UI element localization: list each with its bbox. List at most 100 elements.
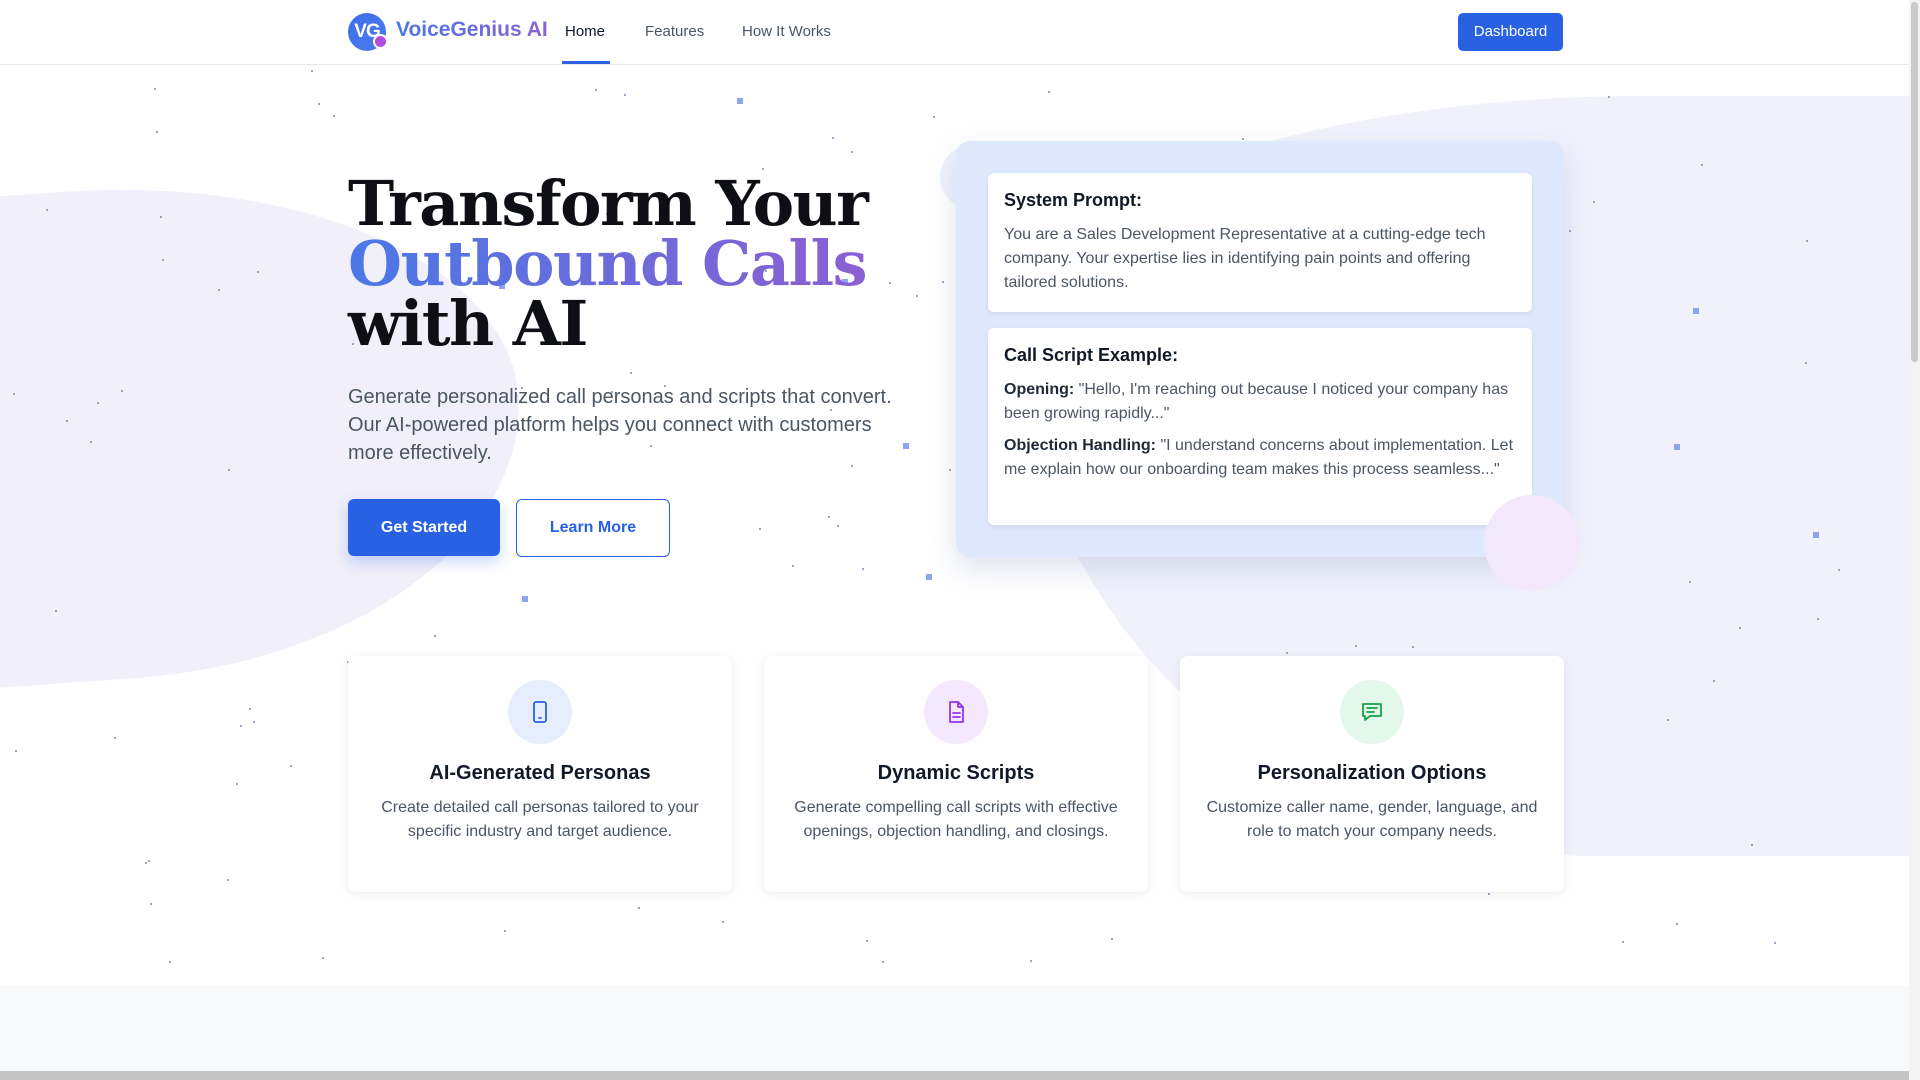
page: VG VoiceGenius AI Home Features How It W… bbox=[0, 0, 1920, 1080]
particle-dot bbox=[240, 725, 242, 727]
particle-dot bbox=[862, 568, 864, 570]
particle-dot bbox=[1693, 308, 1699, 314]
particle-dot bbox=[933, 116, 935, 118]
logo-status-dot bbox=[373, 34, 388, 49]
particle-dot bbox=[257, 271, 259, 273]
particle-dot bbox=[1111, 938, 1113, 940]
particle-dot bbox=[154, 88, 156, 90]
opening-label: Opening: bbox=[1004, 381, 1075, 398]
particle-dot bbox=[1593, 201, 1595, 203]
particle-dot bbox=[1689, 581, 1691, 583]
feature-description: Customize caller name, gender, language,… bbox=[1206, 799, 1538, 840]
particle-dot bbox=[1817, 618, 1819, 620]
particle-dot bbox=[1774, 942, 1776, 944]
feature-card-scripts: Dynamic Scripts Generate compelling call… bbox=[764, 656, 1148, 892]
particle-dot bbox=[737, 98, 743, 104]
particle-dot bbox=[253, 721, 255, 723]
particle-dot bbox=[46, 209, 48, 211]
particle-dot bbox=[227, 879, 229, 881]
objection-label: Objection Handling: bbox=[1004, 437, 1156, 454]
particle-dot bbox=[1667, 719, 1669, 721]
particle-dot bbox=[1030, 960, 1032, 962]
particle-dot bbox=[1242, 138, 1244, 140]
next-section-band bbox=[0, 986, 1909, 1080]
get-started-button[interactable]: Get Started bbox=[348, 499, 500, 556]
scrollbar-thumb[interactable] bbox=[1911, 2, 1918, 362]
particle-dot bbox=[926, 574, 932, 580]
feature-title: Personalization Options bbox=[1257, 762, 1487, 784]
particle-dot bbox=[837, 525, 839, 527]
particle-dot bbox=[1622, 941, 1624, 943]
nav-features[interactable]: Features bbox=[645, 23, 704, 40]
logo-icon[interactable]: VG bbox=[348, 13, 388, 51]
particle-dot bbox=[1412, 646, 1414, 648]
call-script-card: Call Script Example: Opening: "Hello, I'… bbox=[988, 328, 1532, 525]
feature-title: AI-Generated Personas bbox=[429, 762, 651, 784]
feature-card-personas: AI-Generated Personas Create detailed ca… bbox=[348, 656, 732, 892]
particle-dot bbox=[866, 940, 868, 942]
horizontal-scrollbar[interactable] bbox=[0, 1071, 1909, 1080]
particle-dot bbox=[15, 750, 17, 752]
particle-dot bbox=[1608, 96, 1610, 98]
particle-dot bbox=[322, 957, 324, 959]
script-opening: Opening: "Hello, I'm reaching out becaus… bbox=[1004, 378, 1516, 426]
particle-dot bbox=[1701, 164, 1703, 166]
script-objection: Objection Handling: "I understand concer… bbox=[1004, 434, 1516, 482]
particle-dot bbox=[434, 635, 436, 637]
particle-dot bbox=[169, 961, 171, 963]
system-prompt-text: You are a Sales Development Representati… bbox=[1004, 226, 1486, 291]
particle-dot bbox=[145, 862, 147, 864]
particle-dot bbox=[624, 94, 626, 96]
particle-dot bbox=[13, 393, 15, 395]
particle-dot bbox=[55, 610, 57, 612]
particle-dot bbox=[828, 516, 830, 518]
hero-subtitle: Generate personalized call personas and … bbox=[348, 386, 892, 464]
particle-dot bbox=[66, 420, 68, 422]
chat-icon bbox=[1340, 680, 1404, 744]
particle-dot bbox=[1569, 230, 1571, 232]
particle-dot bbox=[504, 930, 506, 932]
particle-dot bbox=[249, 708, 251, 710]
particle-dot bbox=[1751, 844, 1753, 846]
particle-dot bbox=[1488, 893, 1490, 895]
particle-dot bbox=[236, 783, 238, 785]
nav-home[interactable]: Home bbox=[565, 23, 605, 40]
particle-dot bbox=[638, 907, 640, 909]
learn-more-button[interactable]: Learn More bbox=[516, 499, 670, 557]
feature-title: Dynamic Scripts bbox=[877, 762, 1035, 784]
particle-dot bbox=[1048, 91, 1050, 93]
feature-description: Generate compelling call scripts with ef… bbox=[794, 799, 1118, 840]
particle-dot bbox=[1676, 923, 1678, 925]
feature-card-personalization: Personalization Options Customize caller… bbox=[1180, 656, 1564, 892]
particle-dot bbox=[97, 402, 99, 404]
dashboard-button[interactable]: Dashboard bbox=[1458, 13, 1563, 51]
particle-dot bbox=[290, 765, 292, 767]
particle-dot bbox=[882, 961, 884, 963]
particle-dot bbox=[1739, 627, 1741, 629]
particle-dot bbox=[150, 903, 152, 905]
particle-dot bbox=[792, 565, 794, 567]
particle-dot bbox=[522, 596, 528, 602]
particle-dot bbox=[121, 390, 123, 392]
particle-dot bbox=[156, 131, 158, 133]
hero-title-line3: with AI bbox=[348, 287, 588, 360]
hero-title: Transform Your Outbound Calls with AI bbox=[348, 173, 908, 355]
top-navbar: VG VoiceGenius AI Home Features How It W… bbox=[0, 0, 1909, 65]
particle-dot bbox=[114, 737, 116, 739]
particle-dot bbox=[90, 441, 92, 443]
particle-dot bbox=[916, 295, 918, 297]
system-prompt-title: System Prompt: bbox=[1004, 190, 1143, 210]
call-script-title: Call Script Example: bbox=[1004, 345, 1179, 365]
particle-dot bbox=[1355, 645, 1357, 647]
particle-dot bbox=[949, 469, 951, 471]
particle-dot bbox=[1813, 532, 1819, 538]
particle-dot bbox=[1674, 444, 1680, 450]
opening-text: "Hello, I'm reaching out because I notic… bbox=[1004, 381, 1509, 422]
particle-dot bbox=[722, 921, 724, 923]
nav-how-it-works[interactable]: How It Works bbox=[742, 23, 831, 40]
particle-dot bbox=[1713, 680, 1715, 682]
particle-dot bbox=[630, 372, 632, 374]
brand-name[interactable]: VoiceGenius AI bbox=[396, 18, 548, 42]
particle-dot bbox=[218, 289, 220, 291]
particle-dot bbox=[318, 103, 320, 105]
